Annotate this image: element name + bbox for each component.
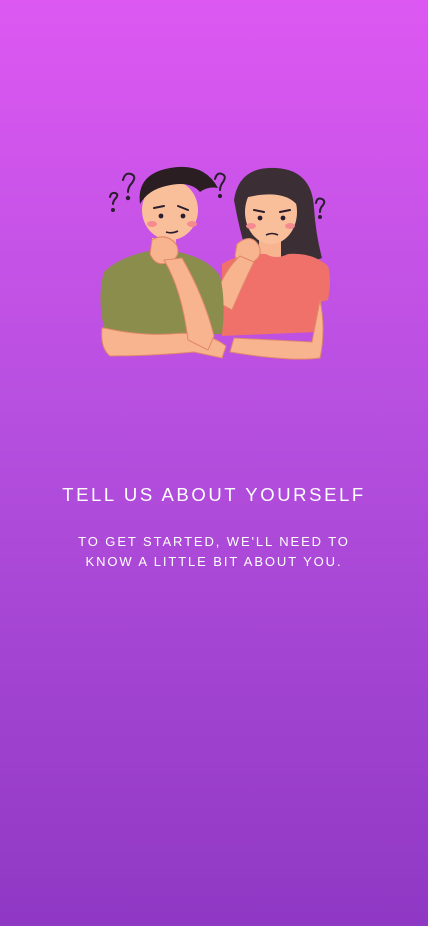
onboarding-screen: TELL US ABOUT YOURSELF TO GET STARTED, W…: [0, 0, 428, 926]
people-thinking-illustration: [100, 166, 330, 360]
page-title: TELL US ABOUT YOURSELF: [62, 484, 366, 505]
page-subtitle: TO GET STARTED, WE'LL NEED TO KNOW A LIT…: [78, 534, 350, 569]
